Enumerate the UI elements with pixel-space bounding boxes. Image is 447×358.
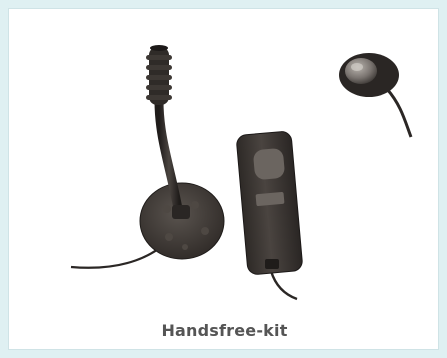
page-background: Handsfree-kit — [0, 0, 447, 358]
control-cable-icon — [269, 270, 298, 301]
microphone-head-icon — [146, 45, 172, 105]
handsfree-kit-photo — [70, 39, 429, 301]
product-card: Handsfree-kit — [8, 8, 439, 350]
product-caption: Handsfree-kit — [161, 321, 288, 340]
microphone-base-pad-icon — [139, 182, 225, 260]
push-button-detail-photo — [335, 39, 429, 141]
control-unit-icon — [236, 131, 303, 275]
